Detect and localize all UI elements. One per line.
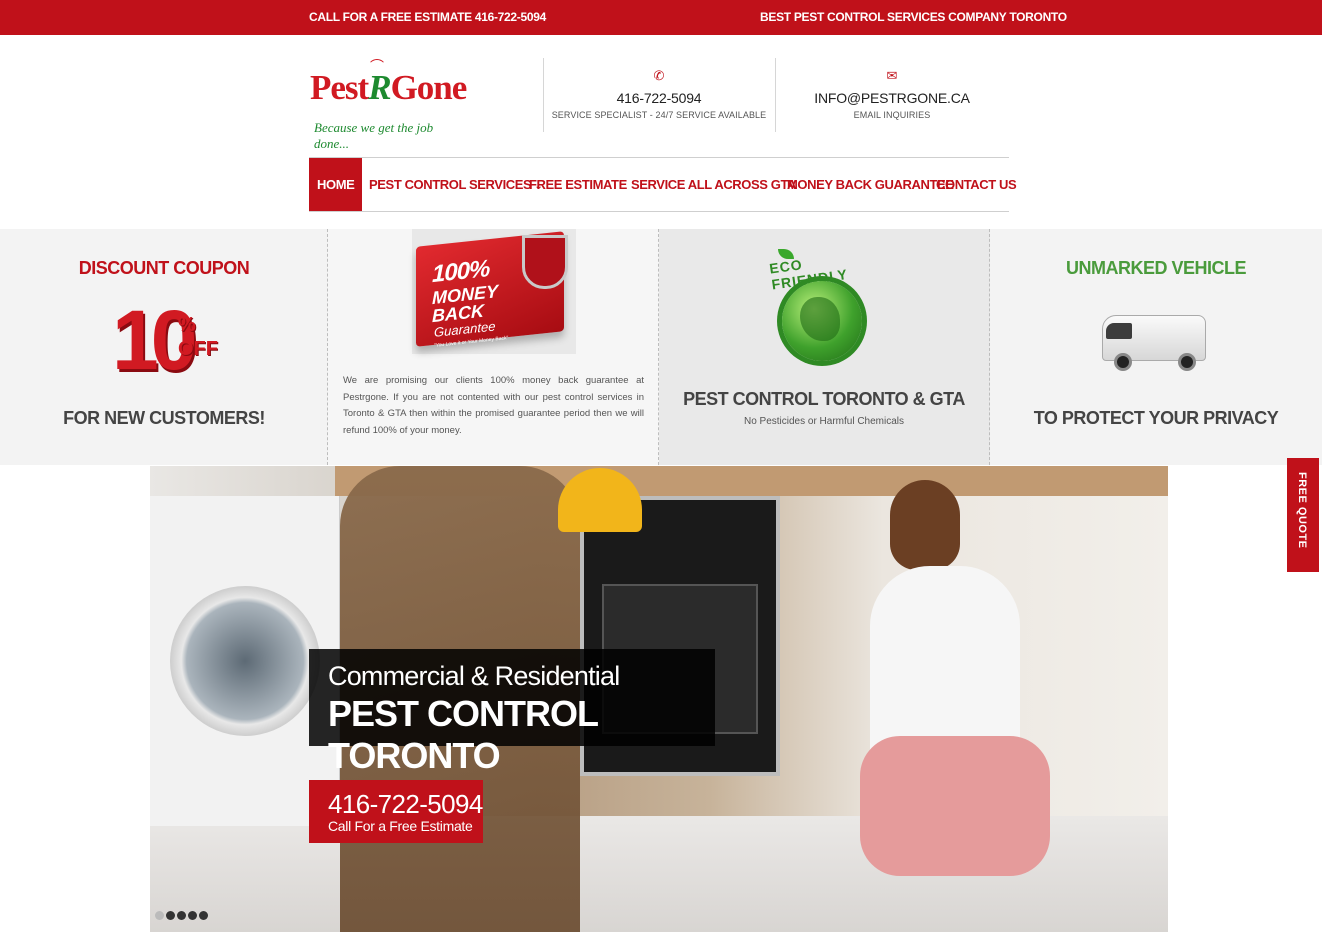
van-window [1106, 323, 1132, 339]
hero-line2: PEST CONTROL TORONTO [328, 693, 598, 776]
header-email-block: ✉ INFO@PESTRGONE.CA EMAIL INQUIRIES [772, 68, 1012, 120]
logo-part-r: R [368, 68, 391, 107]
van-wheel [1178, 353, 1196, 371]
header-phone-block: ✆ 416-722-5094 SERVICE SPECIALIST - 24/7… [539, 68, 779, 120]
nav-free-estimate[interactable]: FREE ESTIMATE [529, 158, 627, 211]
vehicle-subtitle: TO PROTECT YOUR PRIVACY [1033, 408, 1279, 428]
nav-contact-us[interactable]: CONTACT US [936, 158, 1017, 211]
woman-head [890, 480, 960, 570]
slider-dot[interactable] [166, 911, 175, 920]
nav-money-back[interactable]: MONEY BACK GUARANTEE [787, 158, 954, 211]
slider-dot[interactable] [177, 911, 186, 920]
top-bar: CALL FOR A FREE ESTIMATE 416-722-5094 BE… [0, 0, 1322, 35]
slider-dot[interactable] [199, 911, 208, 920]
eco-title: PEST CONTROL TORONTO & GTA [683, 389, 965, 409]
logo-wordmark: PestRGone [310, 68, 468, 108]
slider-dot[interactable] [188, 911, 197, 920]
free-quote-tab[interactable]: FREE QUOTE [1287, 458, 1319, 572]
logo-part-gone: Gone [390, 68, 468, 107]
topbar-call-text[interactable]: CALL FOR A FREE ESTIMATE 416-722-5094 [309, 10, 546, 24]
nav-pest-control-services-label: PEST CONTROL SERVICES [369, 177, 532, 192]
main-nav: HOME PEST CONTROL SERVICES ⌄ FREE ESTIMAT… [309, 157, 1017, 212]
hero-phone: 416-722-5094 [328, 789, 483, 819]
nav-home[interactable]: HOME [309, 158, 363, 211]
slider-dot[interactable] [155, 911, 164, 920]
shield-icon [522, 235, 568, 289]
envelope-icon: ✉ [886, 68, 898, 83]
money-back-badge: 100% MONEY BACK Guarantee "You Love it or… [412, 229, 576, 354]
hero-call-button[interactable]: 416-722-5094 Call For a Free Estimate [309, 780, 483, 843]
coupon-off: OFF [178, 338, 218, 360]
topbar-tagline: BEST PEST CONTROL SERVICES COMPANY TORON… [760, 10, 1067, 24]
header-phone-number[interactable]: 416-722-5094 [539, 90, 779, 106]
nav-pest-control-services[interactable]: PEST CONTROL SERVICES ⌄ [369, 158, 543, 211]
nav-service-gta[interactable]: SERVICE ALL ACROSS GTA [631, 158, 796, 211]
free-quote-label: FREE QUOTE [1296, 472, 1308, 549]
header-email[interactable]: INFO@PESTRGONE.CA [772, 90, 1012, 106]
vehicle-title: UNMARKED VEHICLE [1065, 258, 1247, 278]
hero-phone-sub: Call For a Free Estimate [328, 818, 473, 834]
header-phone-sub: SERVICE SPECIALIST - 24/7 SERVICE AVAILA… [551, 110, 767, 120]
header-email-sub: EMAIL INQUIRIES [853, 110, 931, 120]
phone-icon: ✆ [653, 68, 665, 83]
features-strip: DISCOUNT COUPON 10 % OFF FOR NEW CUSTOME… [0, 229, 1322, 465]
coupon-percent: % [178, 314, 196, 336]
coupon-subtitle: FOR NEW CUSTOMERS! [63, 408, 265, 428]
woman-pants [860, 736, 1050, 876]
hero-line1: Commercial & Residential [328, 661, 620, 691]
guarantee-text: We are promising our clients 100% money … [343, 375, 644, 436]
logo-part-pest: Pest [310, 68, 369, 107]
eco-text-block: PEST CONTROL TORONTO & GTA No Pesticides… [659, 389, 989, 427]
site-logo[interactable]: ⌒ PestRGone Because we get the job done.… [310, 54, 470, 151]
feature-coupon: DISCOUNT COUPON 10 % OFF FOR NEW CUSTOME… [0, 229, 328, 465]
washer-door [170, 586, 320, 736]
logo-tagline: Because we get the job done... [314, 120, 434, 151]
ten-percent-off-graphic: 10 % OFF [112, 292, 218, 387]
hero-woman [840, 476, 1060, 916]
van-icon [1100, 309, 1210, 375]
eco-subtitle: No Pesticides or Harmful Chemicals [743, 416, 905, 427]
eco-friendly-globe-icon: ECO FRIENDLY [768, 247, 876, 377]
van-wheel [1114, 353, 1132, 371]
slider-dots [155, 907, 210, 920]
hero-caption: Commercial & Residential PEST CONTROL TO… [309, 649, 715, 776]
coupon-title: DISCOUNT COUPON [78, 258, 250, 278]
